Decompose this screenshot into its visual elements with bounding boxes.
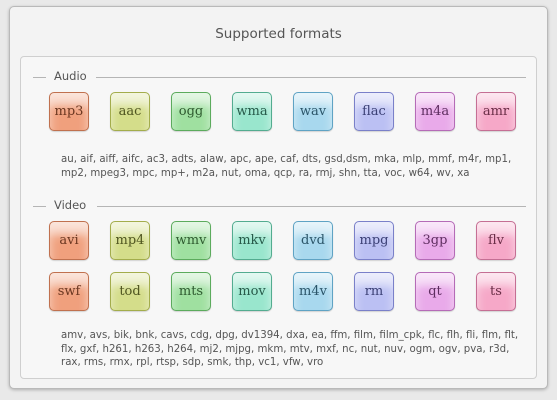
divider	[96, 77, 526, 78]
divider	[33, 77, 46, 78]
qt-format-icon: qt	[415, 272, 455, 311]
m4a-format-icon: m4a	[415, 92, 455, 131]
mp4-format-icon: mp4	[110, 221, 150, 260]
mpg-format-icon: mpg	[354, 221, 394, 260]
formats-panel: Audio au, aif, aiff, aifc, ac3, adts, al…	[20, 56, 537, 379]
swf-format-icon: swf	[49, 272, 89, 311]
divider	[97, 206, 526, 207]
video-section-header: Video	[33, 198, 526, 213]
mkv-format-icon: mkv	[232, 221, 272, 260]
avi-format-icon: avi	[49, 221, 89, 260]
audio-section-header: Audio	[33, 69, 526, 84]
video-section-label: Video	[54, 198, 87, 212]
audio-section-label: Audio	[54, 69, 87, 83]
3gp-format-icon: 3gp	[415, 221, 455, 260]
dvd-format-icon: dvd	[293, 221, 333, 260]
mts-format-icon: mts	[171, 272, 211, 311]
wmv-format-icon: wmv	[171, 221, 211, 260]
divider	[33, 206, 46, 207]
rm-format-icon: rm	[354, 272, 394, 311]
tod-format-icon: tod	[110, 272, 150, 311]
ogg-format-icon: ogg	[171, 92, 211, 131]
wav-format-icon: wav	[293, 92, 333, 131]
supported-formats-window: Supported formats Audio au, aif, aiff, a…	[9, 6, 548, 389]
ts-format-icon: ts	[476, 272, 516, 311]
flv-format-icon: flv	[476, 221, 516, 260]
flac-format-icon: flac	[354, 92, 394, 131]
amr-format-icon: amr	[476, 92, 516, 131]
mov-format-icon: mov	[232, 272, 272, 311]
window-title: Supported formats	[215, 26, 342, 42]
wma-format-icon: wma	[232, 92, 272, 131]
aac-format-icon: aac	[110, 92, 150, 131]
audio-extensions-list: au, aif, aiff, aifc, ac3, adts, alaw, ap…	[61, 154, 512, 179]
m4v-format-icon: m4v	[293, 272, 333, 311]
mp3-format-icon: mp3	[49, 92, 89, 131]
video-extensions-list: amv, avs, bik, bnk, cavs, cdg, dpg, dv13…	[61, 330, 519, 368]
